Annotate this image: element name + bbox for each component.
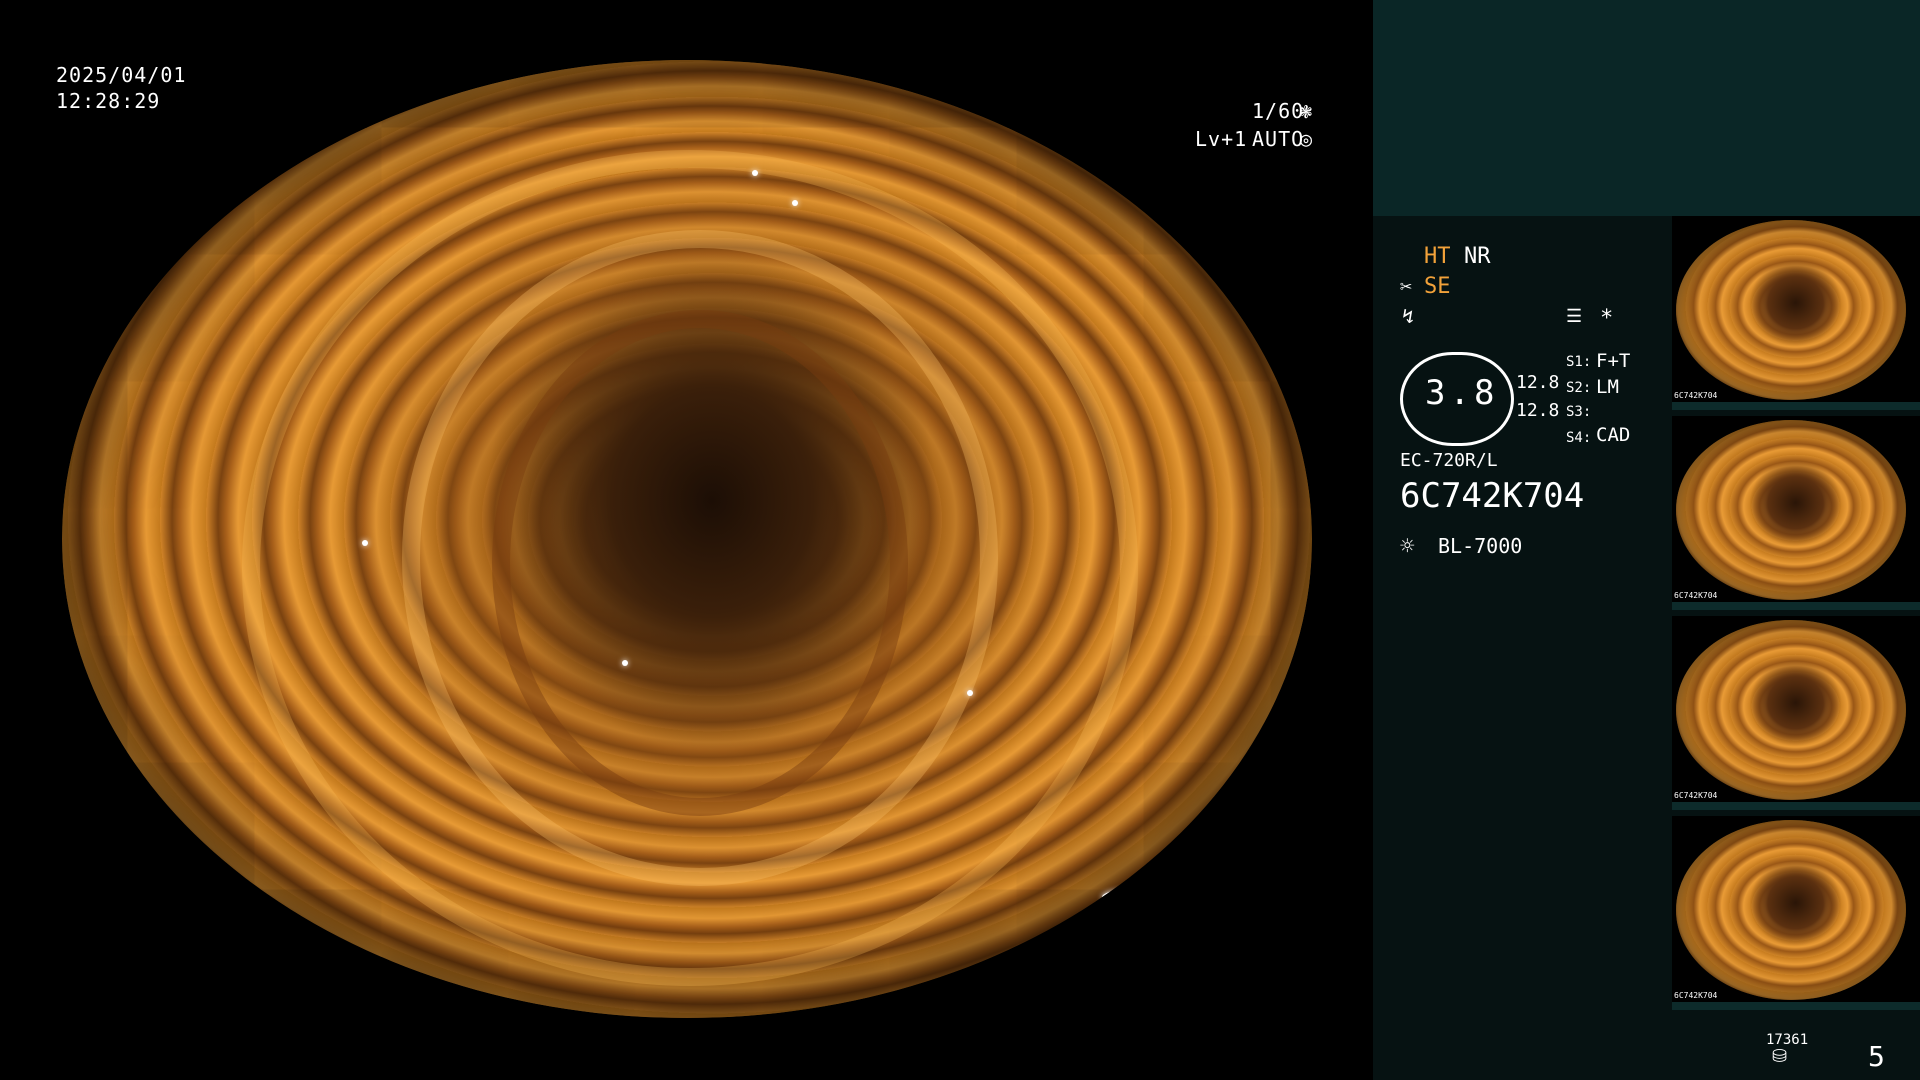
s2-value: LM (1596, 376, 1619, 398)
s4-value: CAD (1596, 424, 1631, 446)
s1-label: S1: (1566, 354, 1592, 370)
specular-highlight (792, 200, 798, 206)
lightning-icon: ↯ (1402, 304, 1415, 328)
specular-highlight (752, 170, 758, 176)
thumbnail-bar (1672, 802, 1920, 810)
ht-indicator: HT (1424, 244, 1451, 269)
thumbnail-image (1676, 620, 1906, 800)
nr-indicator: NR (1464, 244, 1491, 269)
light-source-icon: ☼ (1400, 532, 1415, 560)
capture-thumbnail[interactable]: 6C742K704 (1672, 416, 1920, 610)
specular-highlight (362, 540, 368, 546)
thumbnail-image (1676, 420, 1906, 600)
thumbnail-image (1676, 820, 1906, 1000)
thumbnail-bar (1672, 1002, 1920, 1010)
panel-header-area (1373, 0, 1920, 216)
endoscope-view (62, 60, 1312, 1018)
scope-serial: 6C742K704 (1400, 476, 1585, 516)
specular-highlight (362, 100, 368, 106)
thumbnail-label: 6C742K704 (1674, 791, 1718, 800)
thumbnail-label: 6C742K704 (1674, 991, 1718, 1000)
storage-icon: ⛁ (1772, 1046, 1788, 1067)
capture-thumbnail[interactable]: 6C742K704 (1672, 216, 1920, 410)
gauge-right-value-2: 12.8 (1516, 400, 1560, 421)
scissors-icon: ✂ (1400, 274, 1413, 298)
specular-highlight (967, 690, 973, 696)
light-source-label: BL-7000 (1438, 534, 1523, 558)
thumbnail-label: 6C742K704 (1674, 391, 1718, 400)
s3-label: S3: (1566, 404, 1592, 420)
level-label: Lv+1 (1195, 127, 1248, 151)
s2-label: S2: (1566, 380, 1592, 396)
date-label: 2025/04/01 (56, 63, 187, 87)
thumbnail-image (1676, 220, 1906, 400)
aperture-icon: ❃ (1300, 99, 1314, 123)
thumbnail-label: 6C742K704 (1674, 591, 1718, 600)
s4-label: S4: (1566, 430, 1592, 446)
mode-label: AUTO (1252, 127, 1305, 151)
mucosal-fold (492, 310, 908, 816)
time-label: 12:28:29 (56, 89, 161, 113)
specular-highlight (622, 660, 628, 666)
thumbnail-bar (1672, 602, 1920, 610)
asterisk-indicator: * (1600, 306, 1614, 331)
s1-value: F+T (1596, 350, 1631, 372)
page-number: 5 (1868, 1040, 1885, 1073)
settings-icon: ☰ (1566, 306, 1583, 327)
se-indicator: SE (1424, 274, 1451, 299)
iris-icon: ◎ (1300, 127, 1314, 151)
specular-highlight (1102, 890, 1152, 904)
gauge-value: 3.8 (1425, 373, 1499, 413)
scope-model: EC-720R/L (1400, 450, 1498, 471)
thumbnail-bar (1672, 402, 1920, 410)
specular-highlight (312, 120, 318, 126)
capture-thumbnail[interactable]: 6C742K704 (1672, 816, 1920, 1010)
gauge-right-value-1: 12.8 (1516, 372, 1560, 393)
shutter-label: 1/60 (1252, 99, 1305, 123)
capture-thumbnail[interactable]: 6C742K704 (1672, 616, 1920, 810)
